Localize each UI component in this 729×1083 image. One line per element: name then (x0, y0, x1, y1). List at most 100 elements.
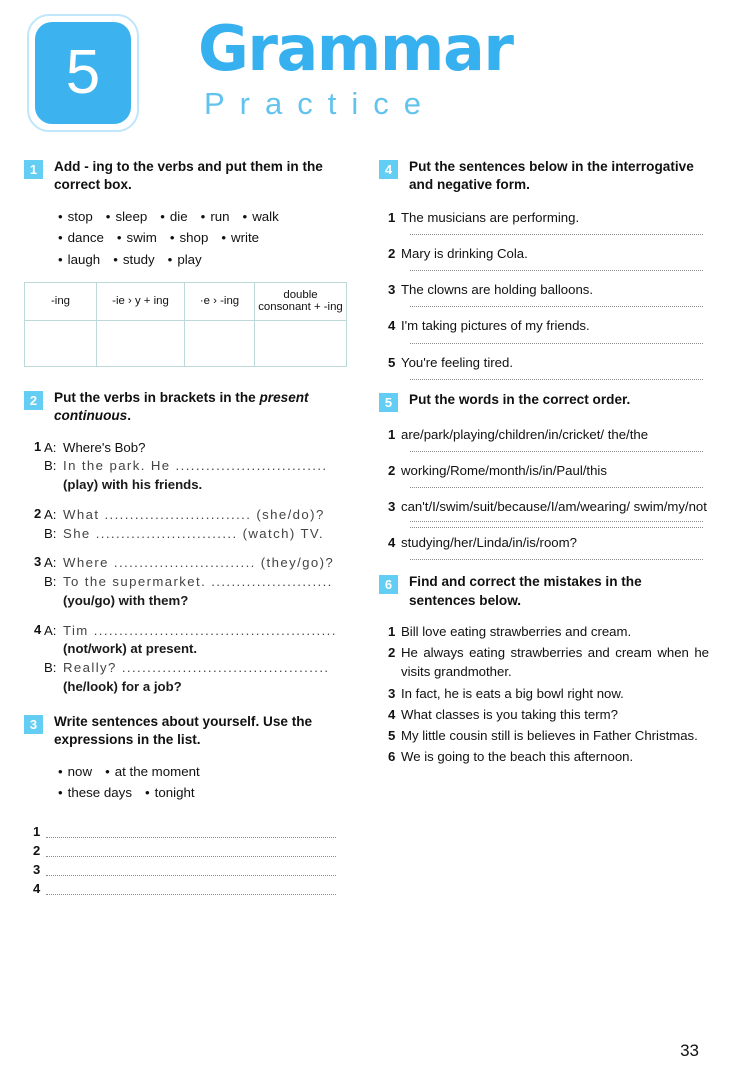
unit-badge: 5 (27, 14, 139, 132)
bullet-icon: • (58, 208, 63, 224)
answer-line[interactable]: 1 (24, 825, 354, 839)
bullet-icon: • (105, 763, 110, 779)
exercise-2: 2 Put the verbs in brackets in the prese… (24, 389, 354, 697)
answer-line[interactable]: 4 (24, 881, 354, 897)
table-answer-cell[interactable] (24, 319, 97, 367)
dialogue-line[interactable]: A: Where ............................ (t… (44, 554, 354, 573)
exercise-3-header: 3 Write sentences about yourself. Use th… (24, 713, 354, 750)
bullet-icon: • (167, 251, 173, 267)
qa-item: 1 A: Where's Bob? B: In the park. He ...… (24, 439, 354, 495)
table-answer-cell[interactable] (184, 319, 255, 367)
sentence-item: 2 He always eating strawberries and crea… (379, 643, 709, 681)
table-header-line2: consonant + -ing (258, 301, 343, 314)
answer-rule[interactable] (410, 527, 703, 529)
answer-number: 4 (33, 881, 41, 897)
answer-rule[interactable] (46, 829, 336, 839)
exercise-1-number: 1 (24, 160, 43, 179)
exercise-1-instruction: Add - ing to the verbs and put them in t… (54, 159, 323, 193)
item-number: 4 (388, 318, 396, 334)
item-text: The clowns are holding balloons. (401, 282, 594, 298)
word-row: • stop • sleep • die • run • walk (58, 206, 354, 227)
speaker-label: B: (44, 574, 57, 590)
exercise-3-answer-lines: 1 2 3 4 (24, 825, 354, 897)
item-number: 3 (34, 554, 42, 570)
exercise-2-items: 1 A: Where's Bob? B: In the park. He ...… (24, 439, 354, 697)
word: dance (67, 230, 104, 246)
word: at the moment (114, 763, 200, 779)
bullet-icon: • (242, 208, 248, 224)
dialogue-line[interactable]: A: What ............................. (s… (44, 506, 354, 525)
speaker-label: A: (44, 622, 57, 638)
bullet-icon: • (105, 208, 111, 224)
item-number: 4 (388, 535, 396, 551)
exercise-4-instruction: Put the sentences below in the interroga… (409, 159, 694, 193)
sentence-item: 3 can't/I/swim/suit/because/I/am/wearing… (379, 497, 709, 516)
answer-rule[interactable] (410, 559, 703, 561)
sentence-item: 1 are/park/playing/children/in/cricket/ … (379, 425, 709, 444)
dialogue-line[interactable]: B: In the park. He .....................… (44, 457, 354, 476)
answer-rule[interactable] (410, 521, 703, 523)
table-header-cell: ·e › -ing (184, 281, 255, 321)
item-number: 1 (388, 209, 396, 225)
qa-item: 3 A: Where ............................ … (24, 554, 354, 610)
exercise-4-items: 1 The musicians are performing. 2 Mary i… (379, 208, 709, 380)
word-row: • laugh • study • play (58, 249, 354, 270)
word: write (231, 230, 260, 246)
answer-rule[interactable] (410, 486, 703, 488)
exercise-5-instruction: Put the words in the correct order. (409, 391, 631, 407)
table-answer-row (24, 319, 347, 367)
item-text: What classes is you taking this term? (401, 706, 618, 722)
answer-line[interactable]: 3 (24, 862, 354, 878)
exercise-5-header: 5 Put the words in the correct order. (379, 391, 709, 412)
page-header: 5 Grammar Practice (0, 0, 729, 150)
answer-line[interactable]: 2 (24, 844, 354, 858)
exercise-4-header: 4 Put the sentences below in the interro… (379, 158, 709, 195)
sentence-item: 2 working/Rome/month/is/in/Paul/this (379, 461, 709, 480)
dialogue-continuation: (play) with his friends. (63, 477, 203, 493)
exercise-6-instruction: Find and correct the mistakes in the sen… (409, 574, 642, 608)
exercise-6: 6 Find and correct the mistakes in the s… (379, 573, 709, 766)
word: die (169, 208, 188, 224)
answer-rule[interactable] (410, 306, 703, 308)
item-number: 3 (388, 498, 396, 514)
answer-rule[interactable] (46, 886, 336, 896)
answer-rule[interactable] (410, 270, 703, 272)
dialogue-text-blank: Tim ....................................… (63, 622, 337, 638)
item-text: studying/her/Linda/in/is/room? (401, 535, 577, 551)
answer-rule[interactable] (46, 848, 336, 858)
word: shop (179, 230, 209, 246)
item-text: In fact, he is eats a big bowl right now… (401, 685, 624, 701)
item-text: working/Rome/month/is/in/Paul/this (401, 462, 607, 478)
answer-rule[interactable] (410, 378, 703, 380)
table-header-row: -ing -ie › y + ing ·e › -ing double conso… (24, 281, 347, 321)
exercise-3: 3 Write sentences about yourself. Use th… (24, 713, 354, 896)
item-number: 2 (388, 246, 396, 262)
exercise-2-instruction: Put the verbs in brackets in the present… (54, 389, 354, 426)
bullet-icon: • (113, 251, 118, 267)
answer-rule[interactable] (410, 342, 703, 344)
table-answer-cell[interactable] (254, 319, 347, 367)
table-answer-cell[interactable] (96, 319, 185, 367)
dialogue-text-blank: Really? ................................… (63, 660, 330, 676)
table-header-line1: double (283, 289, 318, 302)
word: play (177, 251, 202, 267)
answer-rule[interactable] (410, 234, 703, 236)
bullet-icon: • (58, 763, 63, 779)
exercise-6-number: 6 (379, 575, 398, 595)
item-body: A: Tim .................................… (44, 622, 354, 697)
dialogue-line[interactable]: A: Tim .................................… (44, 622, 354, 641)
qa-item: 2 A: What ............................. … (24, 506, 354, 543)
exercise-6-items: 1 Bill love eating strawberries and crea… (379, 622, 709, 766)
dialogue-line[interactable]: B: She ............................ (wat… (44, 525, 354, 544)
exercise-1: 1 Add - ing to the verbs and put them in… (24, 158, 354, 367)
item-number: 1 (34, 438, 42, 454)
page-title-practice: Practice (204, 86, 436, 121)
bullet-icon: • (221, 230, 226, 246)
dialogue-line[interactable]: B: Really? .............................… (44, 659, 354, 678)
answer-rule[interactable] (46, 867, 336, 877)
answer-rule[interactable] (410, 450, 703, 452)
word-row: • now • at the moment (58, 761, 354, 782)
dialogue-line[interactable]: B: To the supermarket. .................… (44, 573, 354, 592)
answer-number: 3 (33, 862, 41, 878)
item-number: 2 (388, 462, 396, 478)
